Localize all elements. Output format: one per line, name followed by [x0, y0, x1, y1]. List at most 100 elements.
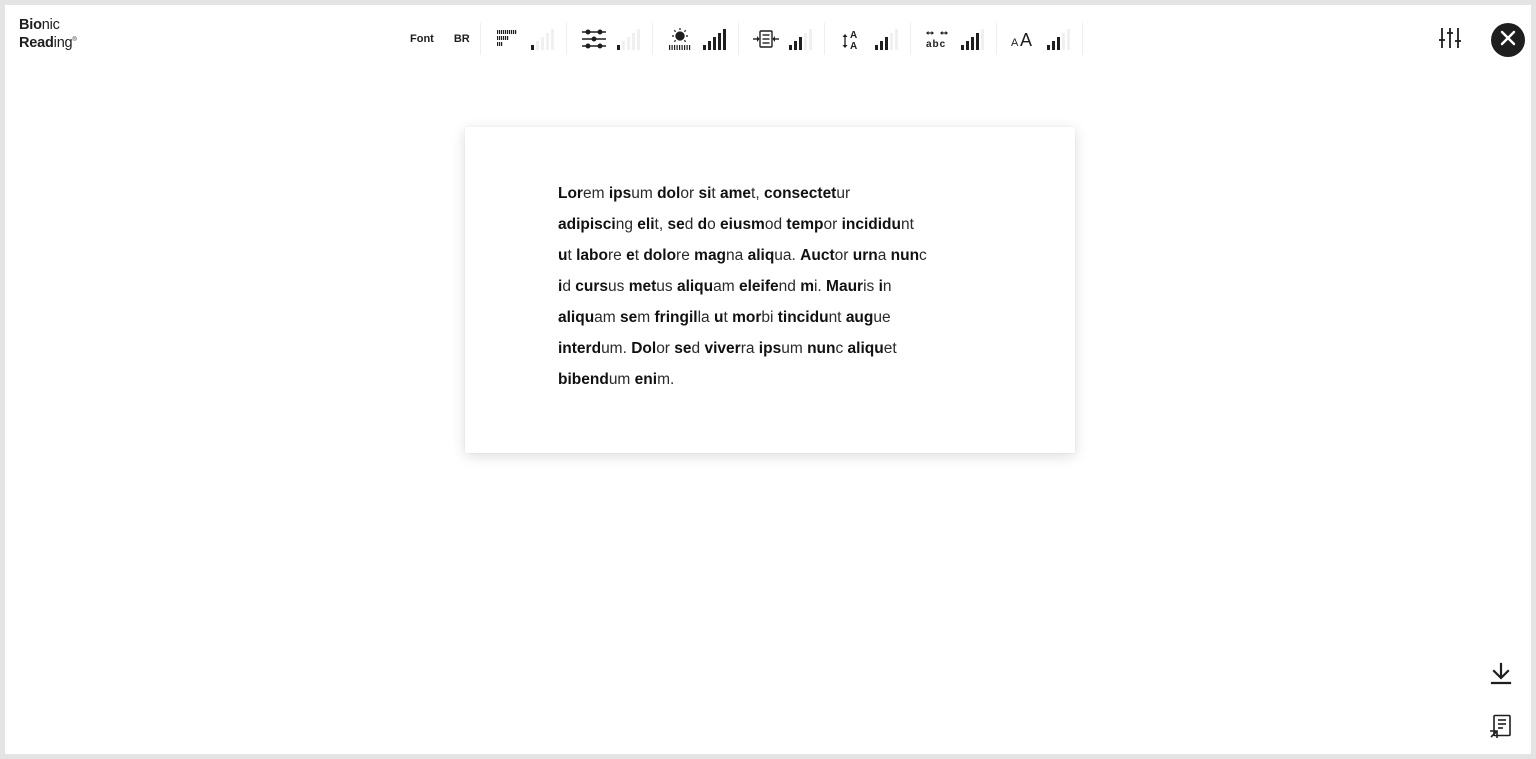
bionic-word: elit,	[637, 216, 664, 233]
font-size-level-bars	[1046, 28, 1070, 50]
bionic-word: adipiscing	[558, 216, 633, 233]
level-bar	[550, 29, 554, 50]
svg-text:A: A	[1011, 37, 1019, 49]
level-bar	[702, 45, 706, 50]
bionic-word: enim.	[634, 371, 675, 388]
level-bar	[960, 45, 964, 50]
bionic-word: bibendum	[558, 371, 631, 388]
level-bar	[788, 45, 792, 50]
level-bar	[803, 33, 807, 50]
level-bar	[722, 29, 726, 50]
level-bar	[879, 41, 883, 50]
level-bar	[808, 29, 812, 50]
level-bar	[530, 45, 534, 50]
saccade-control[interactable]	[567, 23, 653, 55]
preview-card: Lorem ipsum dolor sit amet, consectetur a…	[465, 127, 1075, 453]
bionic-word: incididunt	[841, 216, 914, 233]
level-bar	[965, 41, 969, 50]
bionic-word: ipsum	[608, 185, 653, 202]
bionic-word: tincidunt	[777, 309, 842, 326]
bionic-word: Dolor	[631, 340, 670, 357]
toolbar: Font BR A A abc A A	[400, 19, 1083, 59]
bionic-word: dolore	[643, 247, 690, 264]
bionic-word: urna	[852, 247, 887, 264]
saccade-icon	[579, 26, 609, 52]
bionic-word: Auctor	[800, 247, 849, 264]
line-height-level-bars	[788, 28, 812, 50]
level-bar	[535, 41, 539, 50]
level-bar	[707, 41, 711, 50]
bionic-word: fringilla	[654, 309, 710, 326]
close-icon	[1500, 30, 1516, 51]
vertical-spacing-level-bars	[874, 28, 898, 50]
level-bar	[717, 33, 721, 50]
font-button[interactable]: Font	[400, 33, 444, 45]
level-bar	[798, 37, 802, 50]
level-bar	[1066, 29, 1070, 50]
letter-spacing-level-bars	[960, 28, 984, 50]
opacity-control[interactable]	[653, 23, 739, 55]
level-bar	[712, 37, 716, 50]
download-icon	[1490, 662, 1512, 691]
svg-text:A: A	[1020, 30, 1032, 50]
bionic-word: viverra	[704, 340, 755, 357]
bionic-word: labore	[576, 247, 622, 264]
sliders-icon	[1438, 26, 1462, 55]
opacity-level-bars	[702, 28, 726, 50]
svg-text:A: A	[850, 41, 857, 51]
export-button[interactable]	[1487, 714, 1515, 744]
level-bar	[545, 33, 549, 50]
bionic-word: aliquam	[676, 278, 735, 295]
saccade-level-bars	[616, 28, 640, 50]
level-bar	[980, 29, 984, 50]
fixation-control[interactable]	[479, 23, 567, 55]
bionic-word: sed	[667, 216, 694, 233]
level-bar	[884, 37, 888, 50]
bionic-word: augue	[845, 309, 891, 326]
line-height-control[interactable]	[739, 23, 825, 55]
level-bar	[626, 37, 630, 50]
level-bar	[793, 41, 797, 50]
fixation-level-bars	[530, 28, 554, 50]
br-button[interactable]: BR	[444, 33, 480, 45]
fixation-icon	[493, 26, 523, 52]
bionic-word: Lorem	[558, 185, 605, 202]
bionic-word: amet,	[720, 185, 760, 202]
line-height-icon	[751, 26, 781, 52]
bionic-word: consectetur	[763, 185, 851, 202]
level-bar	[1056, 37, 1060, 50]
text-spacing-icon: A A	[837, 26, 867, 52]
bionic-word: id	[558, 278, 571, 295]
bionic-word: aliquam	[558, 309, 616, 326]
level-bar	[621, 41, 625, 50]
level-bar	[631, 33, 635, 50]
level-bar	[636, 29, 640, 50]
letter-spacing-control[interactable]: abc	[911, 23, 997, 55]
settings-button[interactable]	[1435, 25, 1465, 55]
level-bar	[1051, 41, 1055, 50]
font-size-control[interactable]: A A	[997, 23, 1083, 55]
bionic-reading-logo: Bionic Reading®	[19, 17, 77, 51]
bionic-word: magna	[694, 247, 744, 264]
bionic-word: nunc	[890, 247, 927, 264]
bionic-word: ut	[713, 309, 728, 326]
vertical-spacing-control[interactable]: A A	[825, 23, 911, 55]
bionic-word: eiusmod	[720, 216, 783, 233]
font-size-icon: A A	[1009, 26, 1039, 52]
level-bar	[970, 37, 974, 50]
level-bar	[1061, 33, 1065, 50]
close-button[interactable]	[1491, 23, 1525, 57]
bionic-word: metus	[628, 278, 673, 295]
bionic-word: cursus	[575, 278, 625, 295]
svg-text:abc: abc	[926, 39, 946, 50]
bionic-word: tempor	[786, 216, 838, 233]
level-bar	[540, 37, 544, 50]
bionic-word: in	[878, 278, 892, 295]
bionic-word: ipsum	[758, 340, 803, 357]
letter-spacing-icon: abc	[923, 26, 953, 52]
brightness-icon	[665, 26, 695, 52]
bionic-word: sed	[674, 340, 701, 357]
reader-window: Bionic Reading® Font BR A A abc A A Lore…	[5, 5, 1531, 754]
download-button[interactable]	[1487, 661, 1515, 691]
bionic-word: et	[626, 247, 640, 264]
